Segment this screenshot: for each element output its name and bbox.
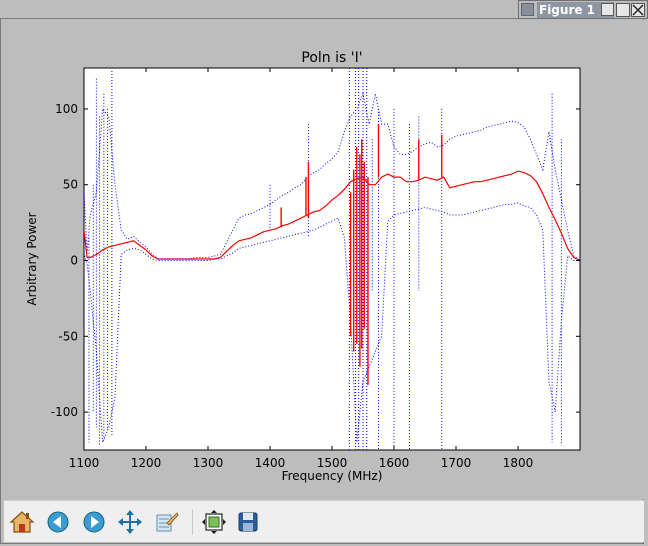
y-tick-label: 50 [63,178,78,192]
chart-title: Poln is 'I' [301,50,362,66]
subplots-button[interactable] [200,508,228,536]
forward-icon [83,511,105,533]
x-tick-label: 1300 [193,456,224,470]
save-icon [238,512,258,532]
toolbar-separator [192,509,193,535]
back-button[interactable] [44,508,72,536]
x-tick-label: 1700 [441,456,472,470]
y-axis-label: Arbitrary Power [25,212,39,305]
home-icon [9,511,35,533]
x-tick-label: 1600 [379,456,410,470]
x-tick-label: 1200 [131,456,162,470]
pan-button[interactable] [116,508,144,536]
y-tick-label: 0 [70,254,78,268]
close-icon[interactable] [631,3,645,17]
navigation-toolbar [4,500,644,542]
figure-window: Figure 1 Poln is 'I' 1100 1200 1300 1400 150… [0,0,648,546]
maximize-button[interactable] [616,3,632,17]
window-app-icon [521,3,534,16]
matplotlib-figure: Poln is 'I' 1100 1200 1300 1400 1500 1600 1700… [4,20,644,499]
title-bar[interactable]: Figure 1 [518,0,648,19]
back-icon [47,511,69,533]
x-tick-label: 1400 [255,456,286,470]
x-tick-label: 1100 [69,456,100,470]
y-tick-label: 100 [55,102,78,116]
x-tick-label: 1800 [503,456,534,470]
x-tick-label: 1500 [317,456,348,470]
zoom-icon [156,512,179,532]
save-button[interactable] [234,508,262,536]
y-tick-label: -100 [51,405,78,419]
subplots-icon [202,510,226,534]
zoom-button[interactable] [152,508,180,536]
minimize-button[interactable] [601,3,614,16]
pan-icon [118,510,142,534]
x-axis-label: Frequency (MHz) [282,469,383,483]
forward-button[interactable] [80,508,108,536]
y-tick-label: -50 [58,329,78,343]
home-button[interactable] [8,508,36,536]
